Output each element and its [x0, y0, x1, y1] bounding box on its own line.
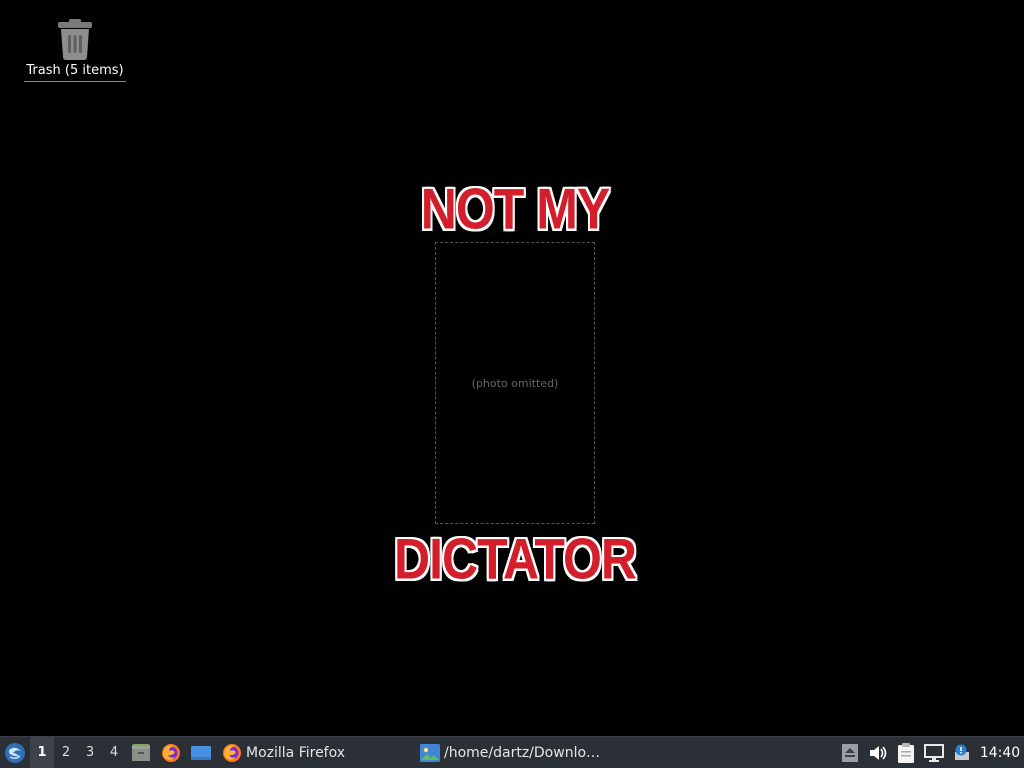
clock[interactable]: 14:40: [976, 745, 1024, 761]
task-label: Mozilla Firefox: [246, 744, 346, 761]
wallpaper-photo-placeholder: (photo omitted): [435, 242, 595, 524]
firefox-icon: [223, 743, 241, 762]
launcher-file-manager[interactable]: [126, 737, 156, 768]
network-icon: [924, 743, 944, 762]
clipboard-icon: [898, 742, 914, 763]
tray-eject[interactable]: [836, 737, 864, 768]
desktop-icon-label: Trash (5 items): [24, 63, 126, 82]
start-menu-icon: [5, 742, 25, 763]
workspace-1[interactable]: 1: [30, 737, 54, 768]
tray-clipboard[interactable]: [892, 737, 920, 768]
launcher-firefox[interactable]: [156, 737, 186, 768]
eject-icon: [842, 743, 858, 762]
desktop-icon-trash[interactable]: Trash (5 items): [22, 18, 128, 82]
wallpaper-top-text: NOT MY: [420, 176, 610, 242]
tray-update-notifier[interactable]: [948, 737, 976, 768]
image-viewer-icon: [420, 743, 440, 762]
taskbar: 1 2 3 4 Mozilla Firefox /home/dartz/Down…: [0, 736, 1024, 768]
launcher-show-desktop[interactable]: [186, 737, 216, 768]
volume-icon: [870, 745, 887, 760]
firefox-icon: [162, 743, 180, 762]
tray-volume[interactable]: [864, 737, 892, 768]
task-label: /home/dartz/Downlo…: [444, 744, 601, 761]
task-button-image-viewer[interactable]: /home/dartz/Downlo…: [414, 737, 624, 768]
trash-icon: [58, 19, 92, 60]
task-button-firefox[interactable]: Mozilla Firefox: [216, 737, 414, 768]
workspace-3[interactable]: 3: [78, 737, 102, 768]
start-menu-button[interactable]: [0, 737, 30, 768]
wallpaper-bottom-text: DICTATOR: [394, 526, 637, 592]
show-desktop-icon: [191, 745, 211, 760]
wallpaper-image: NOT MY (photo omitted) DICTATOR: [300, 170, 730, 600]
tray-network[interactable]: [920, 737, 948, 768]
file-manager-icon: [132, 743, 150, 761]
workspace-4[interactable]: 4: [102, 737, 126, 768]
desktop: Trash (5 items) NOT MY (photo omitted) D…: [0, 0, 1024, 736]
update-notifier-icon: [955, 744, 969, 760]
workspace-2[interactable]: 2: [54, 737, 78, 768]
